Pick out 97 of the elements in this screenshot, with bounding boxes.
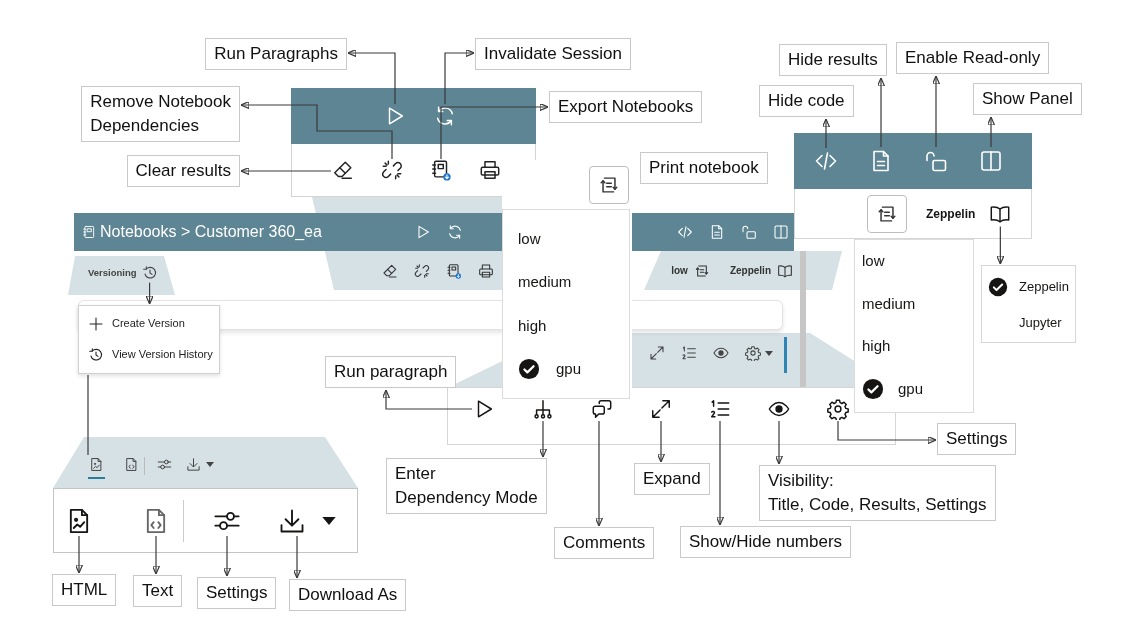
padlock-icon[interactable] xyxy=(741,224,757,240)
connector-arrow xyxy=(996,225,1005,265)
expand-icon[interactable] xyxy=(650,398,672,420)
versioning-button[interactable]: Versioning xyxy=(88,264,158,281)
menu-item[interactable]: gpu xyxy=(855,367,973,410)
callout-label: Settings xyxy=(937,423,1017,455)
refresh-icon[interactable] xyxy=(434,105,456,127)
padlock-icon[interactable] xyxy=(924,149,948,173)
connector-arrow xyxy=(538,420,548,458)
selection-bar xyxy=(784,337,787,373)
connector-arrow xyxy=(222,535,232,577)
book-icon xyxy=(777,262,793,279)
settings-icon[interactable] xyxy=(827,398,849,420)
callout-label: Invalidate Session xyxy=(475,38,631,70)
refresh-icon[interactable] xyxy=(447,224,463,240)
callout-label: Visibility: Title, Code, Results, Settings xyxy=(759,465,996,521)
callout-label: Print notebook xyxy=(640,152,768,184)
eraser-icon[interactable] xyxy=(382,262,398,279)
menu-item[interactable]: low xyxy=(503,217,629,261)
menu-item[interactable]: medium xyxy=(855,282,973,325)
swap-icon xyxy=(693,262,710,279)
download-icon[interactable] xyxy=(186,457,201,472)
eraser-icon[interactable] xyxy=(332,159,354,181)
panel-icon[interactable] xyxy=(979,149,1003,173)
check-icon xyxy=(988,277,1008,297)
settings-icon[interactable] xyxy=(745,345,761,361)
tab[interactable] xyxy=(88,457,105,479)
connector-arrow xyxy=(74,535,84,574)
chart-file-icon xyxy=(89,457,104,472)
callout-label: Show Panel xyxy=(973,83,1082,115)
history-icon xyxy=(141,264,158,281)
printer-icon[interactable] xyxy=(478,262,494,279)
connector-arrow xyxy=(145,282,154,305)
swap-icon xyxy=(598,174,620,196)
broken-link-icon[interactable] xyxy=(381,159,403,181)
speech-bubbles-icon[interactable] xyxy=(591,398,613,420)
toggle-button[interactable] xyxy=(867,194,907,233)
connector-arrow xyxy=(292,535,302,579)
menu-item[interactable]: View Version History xyxy=(88,339,219,370)
notebook-icon xyxy=(82,225,96,239)
printer-icon[interactable] xyxy=(479,159,501,181)
callout-label: Hide results xyxy=(779,44,887,76)
menu-item[interactable]: medium xyxy=(503,260,629,304)
callout-label: Expand xyxy=(634,463,710,495)
eye-icon[interactable] xyxy=(713,345,729,361)
code-icon[interactable] xyxy=(814,149,838,173)
expand-icon[interactable] xyxy=(649,345,665,361)
numbered-list-icon[interactable] xyxy=(709,398,731,420)
menu-item[interactable]: Create Version xyxy=(88,308,219,339)
check-icon xyxy=(862,377,884,400)
sliders-icon[interactable] xyxy=(157,457,172,472)
callout-label: Download As xyxy=(289,579,407,611)
connector-arrow xyxy=(656,420,666,463)
notebook-icon[interactable] xyxy=(446,262,462,279)
document-icon[interactable] xyxy=(709,224,725,240)
menu-item[interactable]: Jupyter xyxy=(982,305,1075,341)
menu-item[interactable]: high xyxy=(503,304,629,348)
callout-label: Run Paragraphs xyxy=(205,38,347,70)
breadcrumb-title: Notebooks > Customer 360_ea xyxy=(100,222,322,242)
callout-label: Enter Dependency Mode xyxy=(386,458,547,514)
menu-item[interactable]: Zeppelin xyxy=(982,269,1075,305)
connector-arrow xyxy=(986,116,996,148)
connector-arrow xyxy=(876,77,886,148)
interpreter-label: Zeppelin xyxy=(926,205,976,223)
callout-label: Run paragraph xyxy=(325,356,457,388)
callout-label: Comments xyxy=(554,527,655,559)
menu-item[interactable]: high xyxy=(855,325,973,368)
scrollbar[interactable] xyxy=(800,251,806,387)
notebook-icon[interactable] xyxy=(430,159,452,181)
callout-label: Enable Read-only xyxy=(896,42,1050,74)
connector-arrow xyxy=(151,535,161,575)
callout-label: Remove Notebook Dependencies xyxy=(81,86,240,142)
connector-arrow xyxy=(774,420,784,465)
caret-icon[interactable] xyxy=(765,350,773,356)
menu-item[interactable]: low xyxy=(855,240,973,283)
caret-icon[interactable] xyxy=(322,516,336,525)
callout-label: Show/Hide numbers xyxy=(680,526,852,558)
code-icon[interactable] xyxy=(677,224,693,240)
callout-label: Hide code xyxy=(759,85,854,117)
callout-label: Clear results xyxy=(126,155,240,187)
interpreter-selector[interactable]: Zeppelin xyxy=(729,262,793,279)
broken-link-icon[interactable] xyxy=(414,262,430,279)
check-icon xyxy=(518,358,540,381)
plus-icon xyxy=(88,315,104,332)
hierarchy-icon[interactable] xyxy=(532,398,554,420)
code-file-icon xyxy=(124,457,139,472)
compute-selector[interactable]: low xyxy=(671,262,710,279)
menu-item[interactable]: gpu xyxy=(503,347,629,391)
caret-icon[interactable] xyxy=(206,462,214,467)
panel-icon[interactable] xyxy=(773,224,789,240)
callout-label: Text xyxy=(133,575,183,607)
callout-label: Export Notebooks xyxy=(549,91,703,123)
connector-arrow xyxy=(821,118,831,149)
toggle-button[interactable] xyxy=(589,166,629,204)
callout-label: HTML xyxy=(52,574,117,606)
callout-label: Settings xyxy=(197,577,277,609)
history-icon xyxy=(88,346,104,363)
